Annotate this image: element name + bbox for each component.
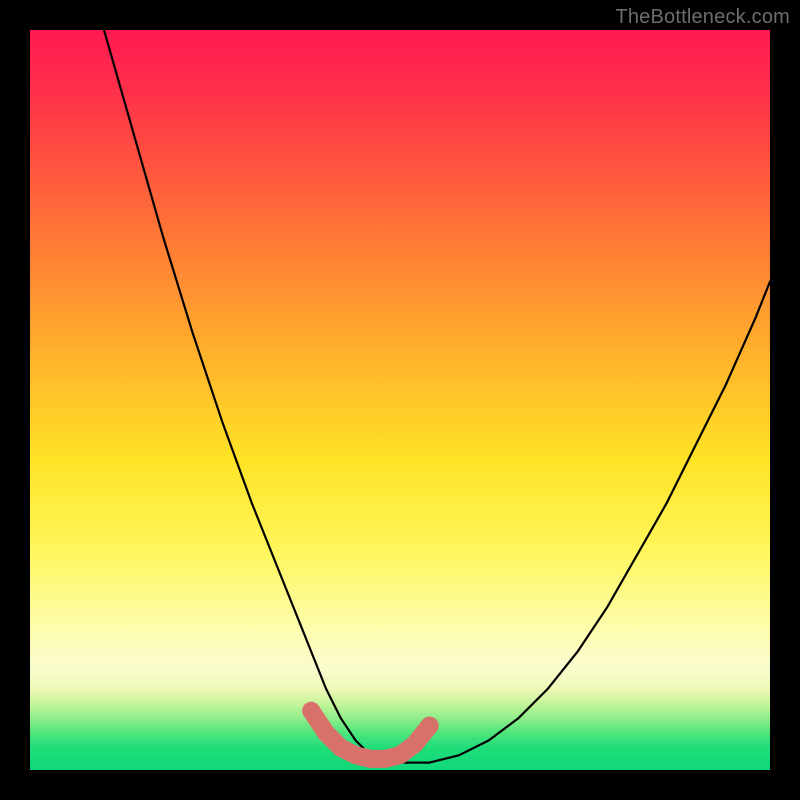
- chart-frame: TheBottleneck.com: [0, 0, 800, 800]
- watermark-text: TheBottleneck.com: [615, 6, 790, 29]
- chart-plot-area: [30, 30, 770, 770]
- optimal-range-marker: [311, 711, 429, 759]
- optimal-range-dot-left: [302, 702, 320, 720]
- bottleneck-curve: [104, 30, 770, 763]
- chart-svg: [30, 30, 770, 770]
- optimal-range-dot-right: [421, 717, 439, 735]
